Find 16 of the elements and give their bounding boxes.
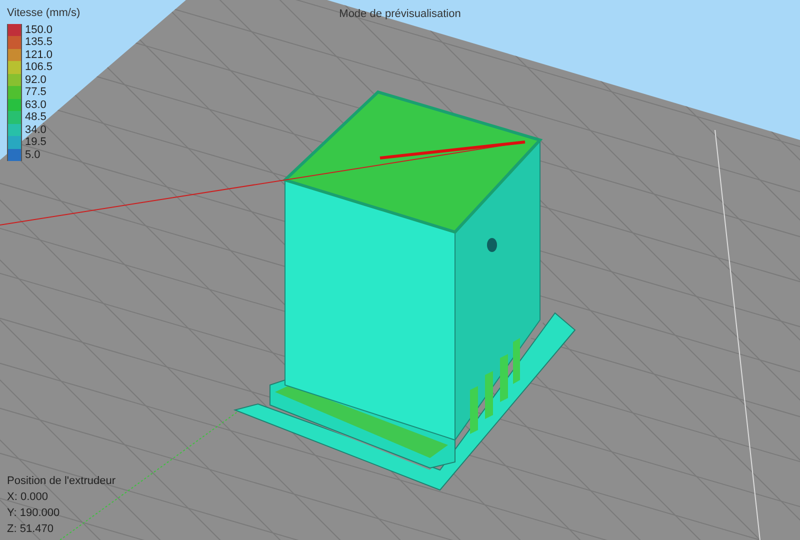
legend-title: Vitesse (mm/s) xyxy=(7,6,80,21)
legend-label: 48.5 xyxy=(25,111,46,124)
legend-label: 92.0 xyxy=(25,74,46,86)
legend-label: 63.0 xyxy=(25,98,46,111)
extruder-coordinate: X: 0.000 xyxy=(7,490,49,505)
legend-label: 121.0 xyxy=(25,48,53,61)
legend-label: 19.5 xyxy=(25,136,46,148)
legend-label: 135.5 xyxy=(25,36,53,48)
extruder-coordinate: Z: 51.470 xyxy=(7,522,54,537)
legend-label: 77.5 xyxy=(25,86,46,98)
extruder-title: Position de l'extrudeur xyxy=(7,474,116,489)
extruder-coordinate: Y: 190.000 xyxy=(7,506,61,521)
view-title: Mode de prévisualisation xyxy=(339,7,461,22)
legend-label: 106.5 xyxy=(25,61,53,74)
legend-label: 150.0 xyxy=(25,24,53,36)
legend-label: 5.0 xyxy=(25,148,40,161)
